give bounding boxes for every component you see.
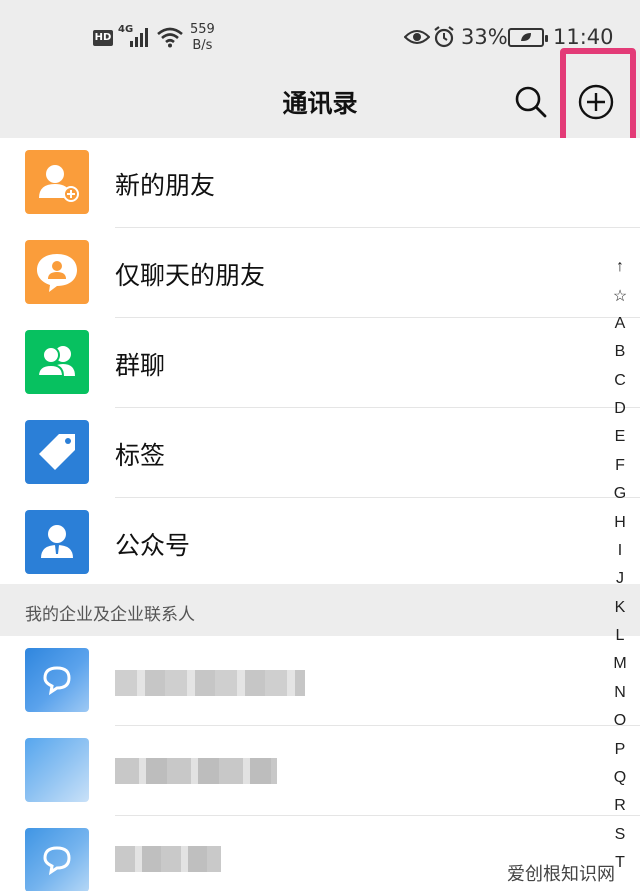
index-letter[interactable]: O bbox=[605, 712, 635, 740]
status-bar: HD 4G 559 B/s 33% 11:40 bbox=[0, 0, 640, 70]
index-letter[interactable]: N bbox=[605, 684, 635, 712]
section-header-label: 我的企业及企业联系人 bbox=[25, 605, 195, 625]
index-letter[interactable]: S bbox=[605, 826, 635, 854]
signal-icon bbox=[130, 27, 152, 47]
contact-name-blurred bbox=[115, 758, 277, 784]
highlight-box bbox=[560, 48, 636, 152]
index-letter[interactable]: I bbox=[605, 542, 635, 570]
index-letter[interactable]: P bbox=[605, 741, 635, 769]
index-letter[interactable]: Q bbox=[605, 769, 635, 797]
list-item-new-friends[interactable]: 新的朋友 bbox=[0, 138, 640, 228]
index-letter[interactable]: J bbox=[605, 570, 635, 598]
index-letter[interactable]: H bbox=[605, 514, 635, 542]
list-item-tags[interactable]: 标签 bbox=[0, 408, 640, 498]
list-item-label: 群聊 bbox=[115, 351, 166, 380]
alarm-icon bbox=[434, 26, 454, 48]
wifi-icon bbox=[157, 27, 183, 48]
enterprise-contact-row[interactable] bbox=[0, 726, 640, 816]
contact-name-blurred bbox=[115, 846, 221, 872]
contact-avatar bbox=[25, 738, 89, 802]
group-icon bbox=[25, 330, 89, 394]
index-letter[interactable]: K bbox=[605, 599, 635, 627]
index-letter[interactable]: L bbox=[605, 627, 635, 655]
index-letter[interactable]: ☆ bbox=[605, 286, 635, 314]
index-letter[interactable]: C bbox=[605, 372, 635, 400]
network-speed: 559 B/s bbox=[190, 22, 215, 54]
index-letter[interactable]: D bbox=[605, 400, 635, 428]
clock: 11:40 bbox=[553, 25, 614, 49]
list-item-label: 公众号 bbox=[115, 531, 191, 560]
index-letter[interactable]: R bbox=[605, 797, 635, 825]
official-account-icon bbox=[25, 510, 89, 574]
contact-avatar bbox=[25, 648, 89, 712]
hd-badge: HD bbox=[93, 30, 113, 46]
list-item-official-accounts[interactable]: 公众号 bbox=[0, 498, 640, 588]
tag-icon bbox=[25, 420, 89, 484]
index-letter[interactable]: E bbox=[605, 428, 635, 456]
alphabet-index[interactable]: ↑ ☆ A B C D E F G H I J K L M N O P Q R S T bbox=[605, 258, 635, 883]
list-item-label: 仅聊天的朋友 bbox=[115, 261, 266, 290]
speed-unit: B/s bbox=[192, 38, 213, 53]
list-item-group-chats[interactable]: 群聊 bbox=[0, 318, 640, 408]
contact-avatar bbox=[25, 828, 89, 891]
section-header: 我的企业及企业联系人 bbox=[0, 584, 640, 636]
list-item-label: 新的朋友 bbox=[115, 171, 216, 200]
contact-name-blurred bbox=[115, 670, 305, 696]
list-item-chat-only-friends[interactable]: 仅聊天的朋友 bbox=[0, 228, 640, 318]
battery-icon bbox=[508, 28, 548, 47]
battery-percent: 33% bbox=[461, 25, 508, 49]
eye-icon bbox=[404, 30, 430, 44]
index-letter[interactable]: G bbox=[605, 485, 635, 513]
index-letter[interactable]: F bbox=[605, 457, 635, 485]
chat-friend-icon bbox=[25, 240, 89, 304]
index-letter[interactable]: ↑ bbox=[605, 258, 635, 286]
enterprise-contact-row[interactable] bbox=[0, 636, 640, 726]
index-letter[interactable]: B bbox=[605, 343, 635, 371]
top-bar: HD 4G 559 B/s 33% 11:40 通讯录 bbox=[0, 0, 640, 138]
list-item-label: 标签 bbox=[115, 441, 166, 470]
search-icon[interactable] bbox=[512, 83, 548, 119]
speed-value: 559 bbox=[190, 22, 215, 37]
watermark: 爱创根知识网 bbox=[507, 864, 615, 885]
add-friend-icon bbox=[25, 150, 89, 214]
index-letter[interactable]: M bbox=[605, 655, 635, 683]
index-letter[interactable]: A bbox=[605, 315, 635, 343]
